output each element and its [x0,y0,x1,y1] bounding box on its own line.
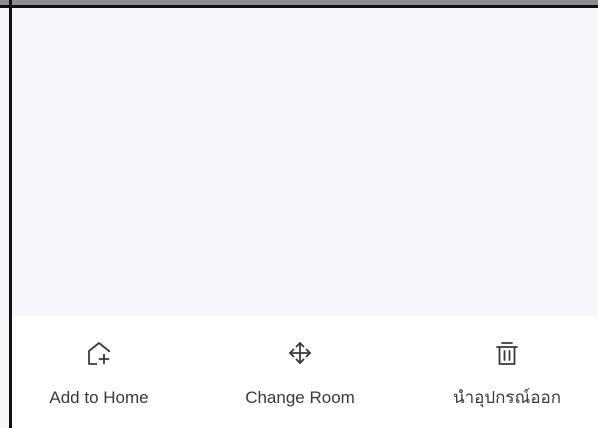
change-room-label: Change Room [245,388,355,407]
add-to-home-label: Add to Home [49,388,149,407]
remove-device-label: นำอุปกรณ์ออก [452,388,562,407]
bottom-action-bar: Add to Home Change Room นำอุปกรณ์ออก [12,316,598,428]
trash-icon [496,342,518,365]
move-arrows-icon [289,342,311,364]
add-to-home-button[interactable]: Add to Home [0,316,199,428]
top-status-strip [0,0,598,8]
change-room-button[interactable]: Change Room [200,316,400,428]
home-add-icon [88,342,111,366]
screen: Add to Home Change Room นำอุปกรณ์ออก [0,0,598,428]
device-content-area [12,8,598,316]
remove-device-button[interactable]: นำอุปกรณ์ออก [407,316,598,428]
